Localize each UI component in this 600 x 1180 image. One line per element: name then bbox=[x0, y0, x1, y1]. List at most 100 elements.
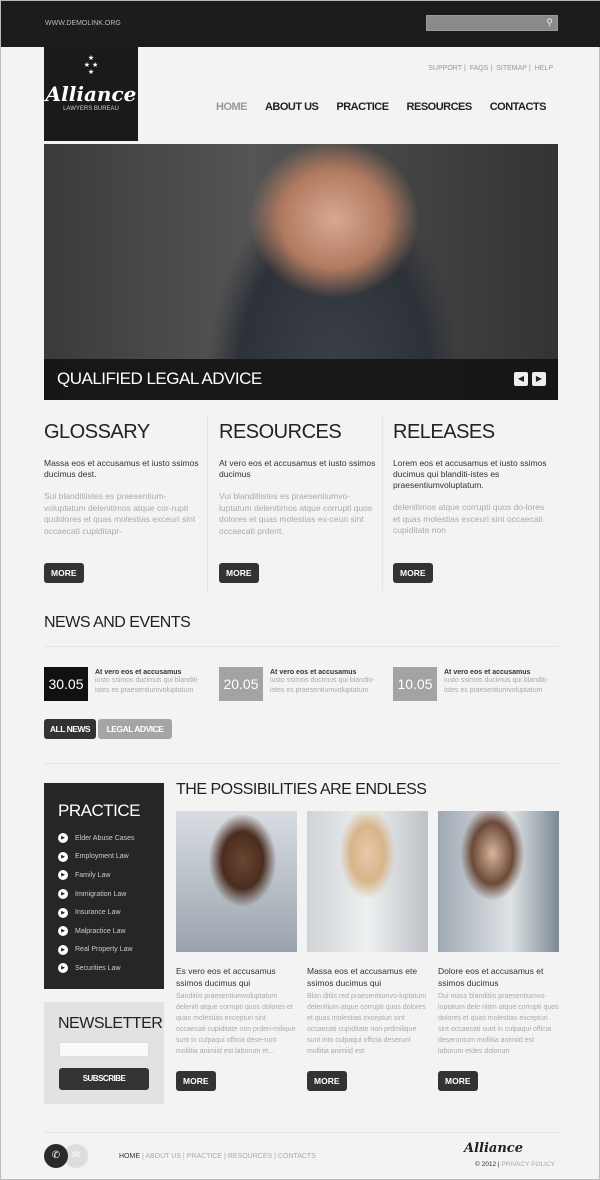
practice-item[interactable]: ▶ Securities Law bbox=[44, 959, 164, 978]
footer-nav: HOME | ABOUT US | PRACTICE | RESOURCES |… bbox=[119, 1153, 316, 1160]
more-button[interactable]: MORE bbox=[393, 562, 433, 583]
util-sitemap[interactable]: SITEMAP bbox=[496, 65, 527, 72]
practice-item-label: Immigration Law bbox=[75, 890, 127, 898]
top-bar: WWW.DEMOLINK.ORG ⚲ bbox=[1, 1, 600, 47]
more-button[interactable]: MORE bbox=[219, 563, 259, 583]
util-help[interactable]: HELP bbox=[535, 65, 553, 72]
practice-item[interactable]: ▶ Elder Abuse Cases bbox=[44, 829, 164, 848]
logo-name: Alliance bbox=[45, 82, 137, 106]
privacy-policy-link[interactable]: PRIVACY POLICY bbox=[501, 1161, 555, 1168]
copyright: © 2012 | PRIVACY POLICY bbox=[475, 1161, 555, 1168]
practice-item[interactable]: ▶ Immigration Law bbox=[44, 885, 164, 904]
main-nav: HOME ABOUT US PRACTICE RESOURCES CONTACT… bbox=[216, 101, 546, 113]
nav-resources[interactable]: RESOURCES bbox=[407, 101, 473, 113]
play-circle-icon: ▶ bbox=[58, 944, 68, 955]
hero-photo bbox=[184, 144, 484, 359]
divider bbox=[44, 646, 558, 647]
util-support[interactable]: SUPPORT bbox=[428, 65, 462, 72]
phone-icon[interactable]: ✆ bbox=[44, 1144, 68, 1168]
news-date: 10.05 bbox=[393, 667, 437, 701]
card-photo bbox=[307, 811, 428, 952]
practice-item-label: Malpractice Law bbox=[75, 927, 126, 935]
practice-item-label: Elder Abuse Cases bbox=[75, 834, 135, 842]
utility-links: SUPPORT | FAQS | SITEMAP | HELP bbox=[428, 65, 553, 72]
more-button[interactable]: MORE bbox=[307, 1071, 347, 1091]
slider-caption: QUALIFIED LEGAL ADVICE bbox=[57, 369, 262, 388]
column-title: RESOURCES bbox=[219, 421, 342, 443]
footer-nav-home[interactable]: HOME bbox=[119, 1153, 140, 1160]
news-date: 20.05 bbox=[219, 667, 263, 701]
footer-logo[interactable]: Alliance bbox=[464, 1141, 523, 1156]
newsletter-box: NEWSLETTER SUBSCRIBE bbox=[44, 1002, 164, 1104]
practice-item-label: Employment Law bbox=[75, 853, 129, 861]
practice-item[interactable]: ▶ Family Law bbox=[44, 866, 164, 885]
practice-item-label: Insurance Law bbox=[75, 909, 121, 917]
news-item[interactable]: 20.05 At vero eos et accusamus iusto ssi… bbox=[219, 667, 379, 701]
hero-slider: QUALIFIED LEGAL ADVICE ◀ ▶ bbox=[44, 144, 558, 400]
card-photo bbox=[438, 811, 559, 952]
newsletter-title: NEWSLETTER bbox=[58, 1015, 163, 1032]
site-url: WWW.DEMOLINK.ORG bbox=[45, 20, 121, 27]
card-photo bbox=[176, 811, 297, 952]
card-title: Dolore eos et accusamus et ssimos ducimu… bbox=[438, 966, 544, 988]
column-resources: RESOURCES At vero eos et accusamus et iu… bbox=[219, 421, 379, 583]
play-circle-icon: ▶ bbox=[58, 889, 68, 900]
column-lead: Lorem eos et accusamus et iusto ssimos d… bbox=[393, 458, 547, 490]
nav-practice[interactable]: PRACTICE bbox=[336, 101, 389, 113]
practice-item[interactable]: ▶ Insurance Law bbox=[44, 903, 164, 922]
news-item[interactable]: 30.05 At vero eos et accusamus iusto ssi… bbox=[44, 667, 204, 701]
logo[interactable]: ★ ★ ★ ★ Alliance LAWYERS BUREAU bbox=[44, 47, 138, 141]
search-input[interactable]: ⚲ bbox=[426, 15, 558, 31]
nav-home[interactable]: HOME bbox=[216, 101, 248, 113]
util-faqs[interactable]: FAQS bbox=[470, 65, 489, 72]
feature-card: Dolore eos et accusamus et ssimos ducimu… bbox=[438, 811, 559, 1091]
column-lead: Massa eos et accusamus et iusto ssimos d… bbox=[44, 458, 199, 479]
divider bbox=[44, 1132, 558, 1133]
news-item[interactable]: 10.05 At vero eos et accusamus iusto ssi… bbox=[393, 667, 553, 701]
footer-nav-contacts[interactable]: CONTACTS bbox=[278, 1153, 316, 1160]
prev-arrow-icon[interactable]: ◀ bbox=[514, 372, 528, 386]
play-circle-icon: ▶ bbox=[58, 870, 68, 881]
play-circle-icon: ▶ bbox=[58, 963, 68, 974]
column-title: GLOSSARY bbox=[44, 421, 150, 443]
play-circle-icon: ▶ bbox=[58, 926, 68, 937]
feature-card: Es vero eos et accusamus ssimos ducimus … bbox=[176, 811, 297, 1091]
practice-item[interactable]: ▶ Employment Law bbox=[44, 848, 164, 867]
more-button[interactable]: MORE bbox=[438, 1071, 478, 1091]
more-button[interactable]: MORE bbox=[176, 1071, 216, 1091]
possibilities-title: THE POSSIBILITIES ARE ENDLESS bbox=[176, 781, 427, 798]
feature-card: Massa eos et accusamus ete ssimos ducimu… bbox=[307, 811, 428, 1091]
tab-all-news[interactable]: ALL NEWS bbox=[44, 719, 96, 739]
play-circle-icon: ▶ bbox=[58, 833, 68, 844]
search-icon[interactable]: ⚲ bbox=[546, 17, 553, 28]
column-lead: At vero eos et accusamus et iusto ssimos… bbox=[219, 458, 376, 479]
column-title: RELEASES bbox=[393, 421, 495, 443]
play-circle-icon: ▶ bbox=[58, 851, 68, 862]
card-title: Massa eos et accusamus ete ssimos ducimu… bbox=[307, 966, 418, 988]
practice-item[interactable]: ▶ Real Property Law bbox=[44, 941, 164, 960]
news-date: 30.05 bbox=[44, 667, 88, 701]
footer-nav-practice[interactable]: PRACTICE bbox=[187, 1153, 222, 1160]
slider-caption-bar: QUALIFIED LEGAL ADVICE ◀ ▶ bbox=[44, 359, 558, 400]
logo-subtitle: LAWYERS BUREAU bbox=[63, 106, 119, 112]
next-arrow-icon[interactable]: ▶ bbox=[532, 372, 546, 386]
play-circle-icon: ▶ bbox=[58, 907, 68, 918]
nav-about-us[interactable]: ABOUT US bbox=[265, 101, 319, 113]
footer-nav-about-us[interactable]: ABOUT US bbox=[145, 1153, 181, 1160]
practice-sidebar: PRACTICE ▶ Elder Abuse Cases ▶ Employment … bbox=[44, 783, 164, 989]
practice-item[interactable]: ▶ Malpractice Law bbox=[44, 922, 164, 941]
newsletter-email-input[interactable] bbox=[59, 1042, 149, 1057]
card-title: Es vero eos et accusamus ssimos ducimus … bbox=[176, 966, 276, 988]
practice-item-label: Securities Law bbox=[75, 964, 121, 972]
column-body: Vui blanditiistes es praesentiumvo-lupta… bbox=[219, 491, 373, 536]
subscribe-button[interactable]: SUBSCRIBE bbox=[59, 1068, 149, 1090]
nav-contacts[interactable]: CONTACTS bbox=[490, 101, 547, 113]
footer-nav-resources[interactable]: RESOURCES bbox=[228, 1153, 272, 1160]
practice-item-label: Family Law bbox=[75, 871, 111, 879]
tab-legal-advice[interactable]: LEGAL ADVICE bbox=[98, 719, 172, 739]
card-text: Sanditiis praesentiumvoluptatum deleniti… bbox=[176, 993, 296, 1055]
stars-icon: ★ ★ ★ ★ bbox=[83, 55, 99, 76]
more-button[interactable]: MORE bbox=[44, 563, 84, 583]
practice-title: PRACTICE bbox=[58, 801, 140, 820]
card-text: Dui mass blanditiis praesentiumvo-luptat… bbox=[438, 993, 559, 1055]
